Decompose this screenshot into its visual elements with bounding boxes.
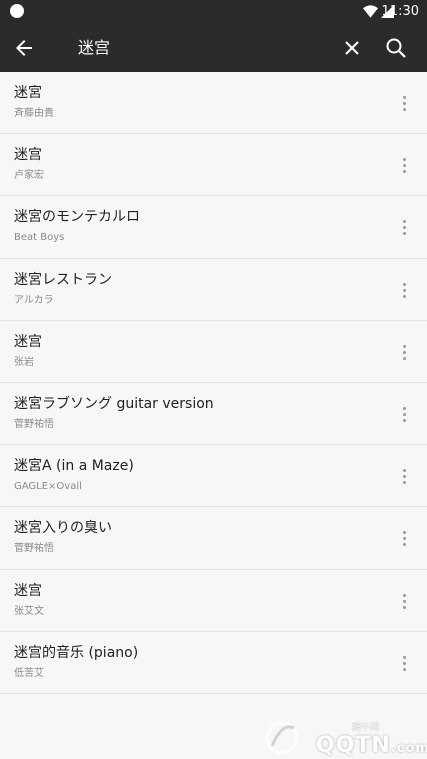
search-input[interactable]: 迷宫 — [78, 36, 110, 60]
song-title: 迷宮 — [14, 85, 42, 101]
app-bar: 迷宫 — [0, 24, 427, 72]
list-item[interactable]: 迷宮入りの臭い 菅野祐悟 — [0, 507, 427, 570]
more-options-icon[interactable] — [397, 405, 413, 425]
result-list: 迷宮 斉藤由貴 迷宫 卢家宏 迷宮のモンテカルロ Beat Boys 迷宮レスト… — [0, 72, 427, 694]
search-icon[interactable] — [384, 36, 408, 60]
song-title: 迷宫的音乐 (piano) — [14, 644, 139, 661]
song-artist: 张岩 — [14, 356, 34, 368]
close-icon[interactable] — [341, 37, 363, 59]
list-item[interactable]: 迷宮レストラン アルカラ — [0, 258, 427, 321]
song-artist: Beat Boys — [14, 232, 65, 244]
song-artist: 卢家宏 — [14, 170, 44, 182]
more-options-icon[interactable] — [397, 94, 413, 114]
more-options-icon[interactable] — [397, 281, 413, 301]
song-title: 迷宫 — [14, 147, 42, 164]
song-title: 迷宮のモンテカルロ — [14, 209, 140, 226]
wifi-icon — [363, 5, 378, 18]
list-item[interactable]: 迷宮A (in a Maze) GAGLE×Ovall — [0, 445, 427, 508]
song-title: 迷宫 — [14, 333, 42, 350]
list-item[interactable]: 迷宫 卢家宏 — [0, 134, 427, 197]
list-item[interactable]: 迷宫的音乐 (piano) 低苦艾 — [0, 631, 427, 694]
song-artist: アルカラ — [14, 294, 54, 306]
song-artist: 斉藤由貴 — [14, 108, 54, 119]
clock: 11:30 — [381, 4, 419, 19]
status-bar: 11:30 — [0, 0, 427, 24]
list-item[interactable]: 迷宮ラブソング guitar version 菅野祐悟 — [0, 382, 427, 446]
song-artist: 菅野祐悟 — [14, 543, 54, 555]
song-artist: 低苦艾 — [14, 667, 44, 679]
more-options-icon[interactable] — [397, 218, 413, 238]
song-artist: 张艾文 — [14, 605, 44, 617]
list-item[interactable]: 迷宫 张艾文 — [0, 569, 427, 632]
list-item[interactable]: 迷宮のモンテカルロ Beat Boys — [0, 196, 427, 259]
watermark-small-text: 腾牛网 — [352, 723, 380, 733]
song-title: 迷宮レストラン — [14, 271, 112, 288]
song-title: 迷宫 — [14, 582, 42, 599]
list-item[interactable]: 迷宫 张岩 — [0, 320, 427, 383]
back-arrow-icon[interactable] — [12, 36, 36, 60]
more-options-icon[interactable] — [397, 343, 413, 363]
song-title: 迷宮A (in a Maze) — [14, 458, 134, 475]
song-artist: GAGLE×Ovall — [14, 481, 82, 493]
list-item[interactable]: 迷宮 斉藤由貴 — [0, 72, 427, 135]
song-artist: 菅野祐悟 — [14, 418, 54, 430]
more-options-icon[interactable] — [397, 654, 413, 674]
more-options-icon[interactable] — [397, 592, 413, 612]
song-title: 迷宮入りの臭い — [14, 520, 112, 537]
more-options-icon[interactable] — [397, 467, 413, 487]
notification-dot-icon — [10, 4, 24, 18]
more-options-icon[interactable] — [397, 529, 413, 549]
song-title: 迷宮ラブソング guitar version — [14, 395, 214, 412]
watermark-text: QQTN.com — [316, 733, 427, 758]
more-options-icon[interactable] — [397, 156, 413, 176]
